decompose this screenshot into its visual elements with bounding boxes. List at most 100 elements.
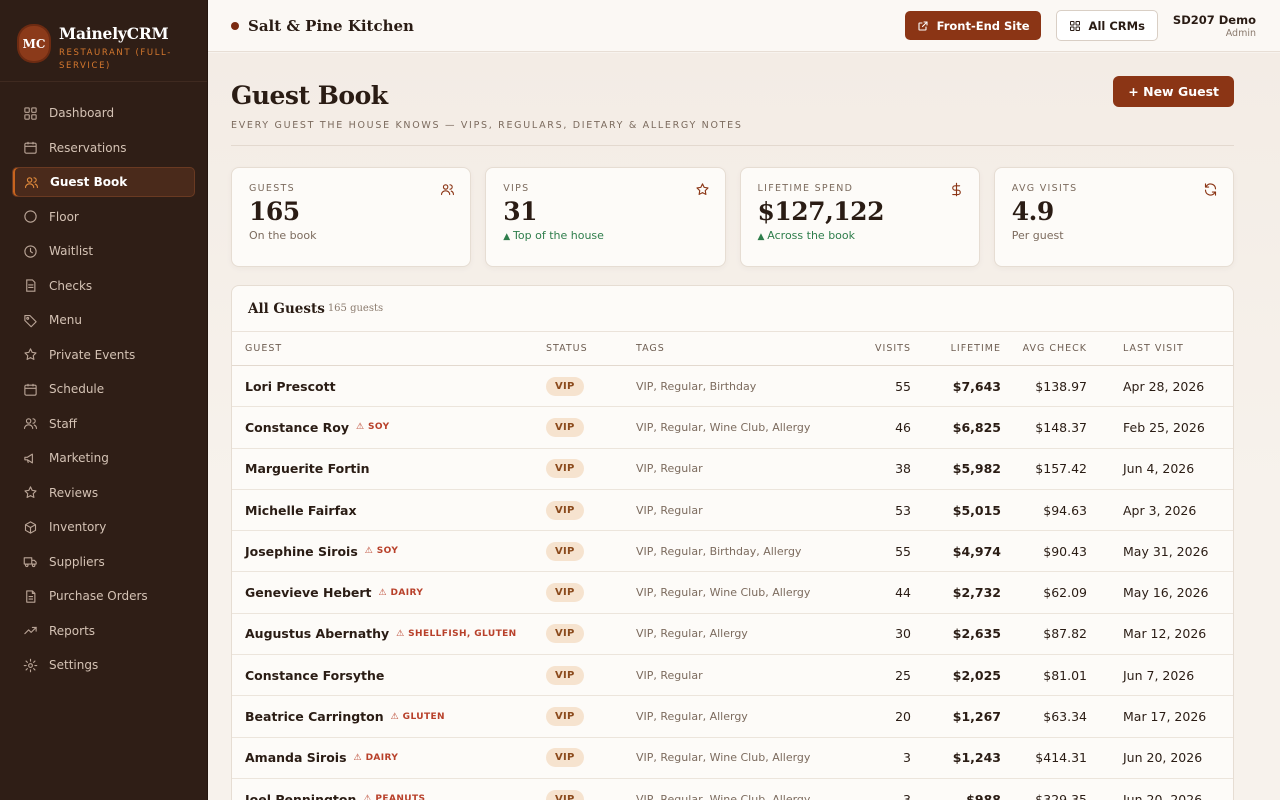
stat-card-avg-visits: AVG VISITS 4.9 Per guest bbox=[993, 167, 1234, 267]
status-badge: VIP bbox=[546, 459, 584, 479]
visits-cell: 55 bbox=[895, 378, 911, 394]
guest-cell: Joel Pennington ⚠ PEANUTS bbox=[245, 779, 425, 800]
users-icon bbox=[24, 175, 39, 190]
guest-name[interactable]: Marguerite Fortin bbox=[245, 461, 370, 476]
column-header-avg-check[interactable]: AVG CHECK bbox=[1023, 332, 1087, 365]
allergy-alert: ⚠ DAIRY bbox=[379, 588, 424, 598]
tag-icon bbox=[23, 313, 38, 328]
guest-name[interactable]: Amanda Sirois bbox=[245, 750, 347, 765]
lifetime-cell: $7,643 bbox=[952, 378, 1001, 394]
column-header-lifetime[interactable]: LIFETIME bbox=[951, 332, 1001, 365]
sidebar-item-waitlist[interactable]: Waitlist bbox=[12, 236, 195, 266]
avg-check-cell: $138.97 bbox=[1035, 378, 1087, 394]
new-guest-button[interactable]: + New Guest bbox=[1113, 76, 1234, 107]
table-row[interactable]: Amanda Sirois ⚠ DAIRY VIP VIP, Regular, Win… bbox=[232, 738, 1233, 779]
sidebar-item-dashboard[interactable]: Dashboard bbox=[12, 98, 195, 128]
stat-note: On the book bbox=[249, 229, 453, 242]
front-end-site-button[interactable]: Front-End Site bbox=[904, 11, 1041, 40]
guest-name[interactable]: Lori Prescott bbox=[245, 379, 336, 394]
guest-name[interactable]: Joel Pennington bbox=[245, 792, 356, 800]
status-badge: VIP bbox=[546, 417, 584, 437]
sidebar-item-floor[interactable]: Floor bbox=[12, 202, 195, 232]
warning-icon: ⚠ bbox=[356, 422, 369, 433]
stat-value: 165 bbox=[249, 197, 300, 226]
brand[interactable]: MC MainelyCRM RESTAURANT (FULL-SERVICE) bbox=[0, 0, 207, 82]
user-role: Admin bbox=[1225, 27, 1256, 39]
table-title: All Guests bbox=[248, 300, 325, 317]
sidebar-item-label: Private Events bbox=[49, 347, 136, 362]
sidebar-item-label: Waitlist bbox=[49, 244, 94, 258]
sidebar-item-reviews[interactable]: Reviews bbox=[12, 478, 195, 508]
table-row[interactable]: Augustus Abernathy ⚠ SHELLFISH, GLUTEN VIP… bbox=[232, 614, 1233, 656]
sidebar-item-checks[interactable]: Checks bbox=[12, 271, 195, 301]
trend-up-icon: ▲ bbox=[757, 232, 768, 242]
sidebar-item-label: Dashboard bbox=[49, 106, 115, 120]
table-row[interactable]: Joel Pennington ⚠ PEANUTS VIP VIP, Regular,… bbox=[232, 779, 1233, 800]
table-row[interactable]: Marguerite Fortin VIP VIP, Regular 38 $5,982… bbox=[232, 449, 1233, 490]
guest-name[interactable]: Josephine Sirois bbox=[245, 544, 358, 559]
megaphone-icon bbox=[23, 451, 38, 466]
guest-name[interactable]: Constance Forsythe bbox=[245, 668, 384, 683]
tags-cell: VIP, Regular bbox=[636, 503, 703, 517]
sidebar-item-inventory[interactable]: Inventory bbox=[12, 512, 195, 542]
sidebar-item-suppliers[interactable]: Suppliers bbox=[12, 547, 195, 577]
table-row[interactable]: Constance Forsythe VIP VIP, Regular 25 $2,02… bbox=[232, 655, 1233, 697]
last-visit-cell: Apr 28, 2026 bbox=[1123, 378, 1205, 394]
sidebar-item-staff[interactable]: Staff bbox=[12, 409, 195, 439]
guest-cell: Augustus Abernathy ⚠ SHELLFISH, GLUTEN bbox=[245, 614, 517, 654]
column-header-last-visit[interactable]: LAST VISIT bbox=[1123, 332, 1184, 365]
stat-note-text: On the book bbox=[249, 229, 317, 242]
all-crms-button[interactable]: All CRMs bbox=[1055, 10, 1158, 41]
table-row[interactable]: Genevieve Hebert ⚠ DAIRY VIP VIP, Regular, … bbox=[232, 572, 1233, 614]
tags-cell: VIP, Regular bbox=[636, 462, 703, 476]
lifetime-cell: $1,267 bbox=[952, 709, 1001, 725]
user-menu[interactable]: SD207 Demo Admin bbox=[1173, 13, 1256, 39]
sidebar-item-private-events[interactable]: Private Events bbox=[12, 340, 195, 370]
lifetime-cell: $2,025 bbox=[952, 667, 1001, 683]
allergy-text: DAIRY bbox=[365, 752, 399, 763]
sidebar-item-menu[interactable]: Menu bbox=[12, 305, 195, 335]
guest-cell: Amanda Sirois ⚠ DAIRY bbox=[245, 738, 398, 778]
last-visit-cell: Mar 17, 2026 bbox=[1123, 709, 1207, 725]
column-header-status[interactable]: STATUS bbox=[546, 332, 588, 365]
restaurant-name: Salt & Pine Kitchen bbox=[248, 16, 414, 35]
status-badge: VIP bbox=[546, 789, 584, 800]
column-header-visits[interactable]: VISITS bbox=[875, 332, 911, 365]
allergy-text: DAIRY bbox=[390, 587, 424, 598]
sidebar-item-marketing[interactable]: Marketing bbox=[12, 443, 195, 473]
stat-note: Per guest bbox=[1012, 229, 1216, 242]
column-header-tags[interactable]: TAGS bbox=[636, 332, 665, 365]
table-row[interactable]: Lori Prescott VIP VIP, Regular, Birthday 55… bbox=[232, 366, 1233, 408]
guest-name[interactable]: Beatrice Carrington bbox=[245, 709, 384, 724]
visits-cell: 3 bbox=[903, 791, 911, 800]
status-cell: VIP bbox=[546, 449, 584, 489]
sidebar-item-purchase-orders[interactable]: Purchase Orders bbox=[12, 581, 195, 611]
sidebar-item-reports[interactable]: Reports bbox=[12, 616, 195, 646]
table-row[interactable]: Josephine Sirois ⚠ SOY VIP VIP, Regular, Bi… bbox=[232, 531, 1233, 573]
brand-subtitle: RESTAURANT (FULL-SERVICE) bbox=[59, 48, 172, 71]
table-row[interactable]: Michelle Fairfax VIP VIP, Regular 53 $5,015 $… bbox=[232, 490, 1233, 532]
sidebar-nav: Dashboard Reservations Guest Book Floor Wait… bbox=[0, 82, 207, 680]
warning-icon: ⚠ bbox=[390, 711, 403, 722]
sidebar-item-schedule[interactable]: Schedule bbox=[12, 374, 195, 404]
all-crms-label: All CRMs bbox=[1088, 18, 1145, 33]
allergy-alert: ⚠ GLUTEN bbox=[391, 712, 445, 722]
clock-icon bbox=[23, 244, 38, 259]
guest-cell: Michelle Fairfax bbox=[245, 490, 357, 530]
stat-value: $127,122 bbox=[757, 197, 885, 226]
status-cell: VIP bbox=[546, 655, 584, 695]
stat-cards: GUESTS 165 On the book VIPS 31 ▲ Top of the h… bbox=[231, 167, 1234, 267]
allergy-alert: ⚠ SOY bbox=[356, 422, 390, 432]
table-row[interactable]: Beatrice Carrington ⚠ GLUTEN VIP VIP, Regul… bbox=[232, 696, 1233, 738]
sidebar-item-reservations[interactable]: Reservations bbox=[12, 133, 195, 163]
avg-check-cell: $63.34 bbox=[1043, 709, 1087, 725]
grid-icon bbox=[1069, 20, 1081, 32]
sidebar-item-guest-book[interactable]: Guest Book bbox=[12, 167, 195, 197]
guest-name[interactable]: Augustus Abernathy bbox=[245, 626, 389, 641]
guest-name[interactable]: Genevieve Hebert bbox=[245, 585, 372, 600]
column-header-guest[interactable]: GUEST bbox=[245, 332, 282, 365]
guest-name[interactable]: Michelle Fairfax bbox=[245, 503, 357, 518]
table-row[interactable]: Constance Roy ⚠ SOY VIP VIP, Regular, Wine … bbox=[232, 407, 1233, 449]
guest-name[interactable]: Constance Roy bbox=[245, 420, 349, 435]
sidebar-item-settings[interactable]: Settings bbox=[12, 650, 195, 680]
